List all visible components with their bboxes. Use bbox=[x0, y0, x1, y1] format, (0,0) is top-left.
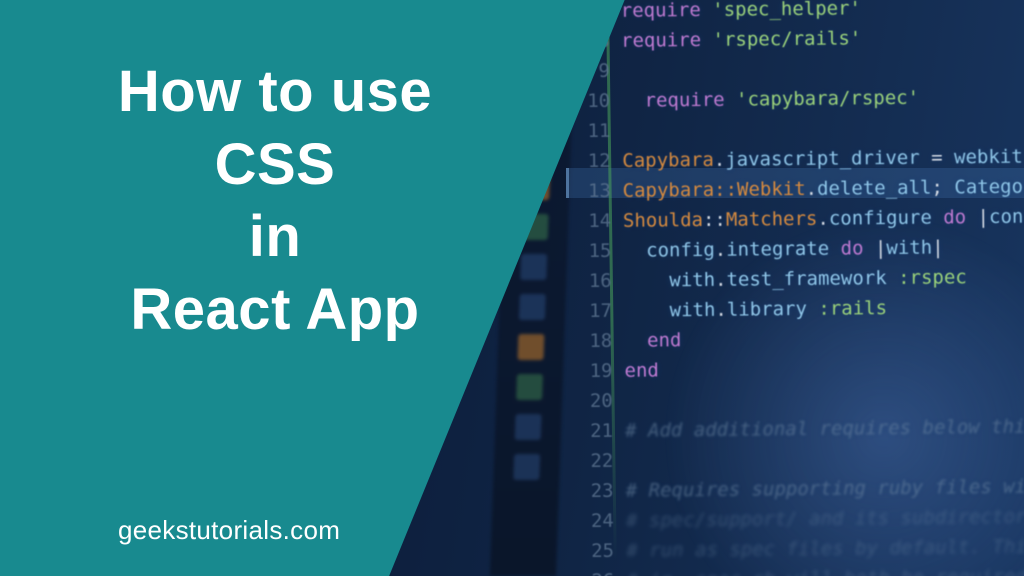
site-credit: geekstutorials.com bbox=[118, 515, 340, 546]
editor-code: require 'spec_helper'require 'rspec/rail… bbox=[621, 0, 1024, 576]
banner-title: How to useCSSinReact App bbox=[60, 56, 490, 346]
hero-banner: 789101112131415161718192021222324252627 … bbox=[0, 0, 1024, 576]
